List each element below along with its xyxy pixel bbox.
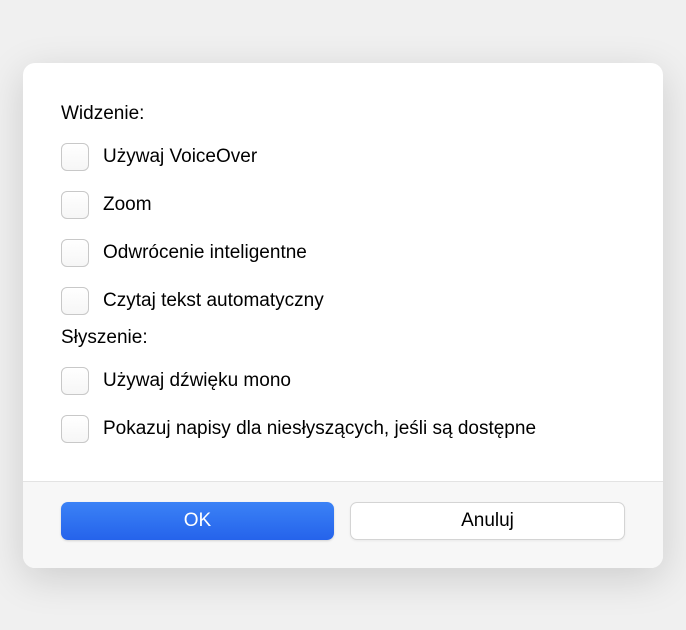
checkbox-row-read-auto-text: Czytaj tekst automatyczny (61, 277, 625, 325)
checkbox-mono-audio[interactable] (61, 367, 89, 395)
dialog-footer: OK Anuluj (23, 481, 663, 568)
checkbox-zoom[interactable] (61, 191, 89, 219)
checkbox-row-smart-invert: Odwrócenie inteligentne (61, 229, 625, 277)
checkbox-label: Zoom (103, 194, 152, 216)
checkbox-smart-invert[interactable] (61, 239, 89, 267)
hearing-section-header: Słyszenie: (61, 327, 625, 349)
accessibility-dialog: Widzenie: Używaj VoiceOver Zoom Odwrócen… (23, 63, 663, 568)
checkbox-read-auto-text[interactable] (61, 287, 89, 315)
dialog-content: Widzenie: Używaj VoiceOver Zoom Odwrócen… (23, 63, 663, 481)
checkbox-row-captions: Pokazuj napisy dla niesłyszących, jeśli … (61, 405, 625, 453)
cancel-button[interactable]: Anuluj (350, 502, 625, 540)
checkbox-row-zoom: Zoom (61, 181, 625, 229)
checkbox-voiceover[interactable] (61, 143, 89, 171)
checkbox-label: Pokazuj napisy dla niesłyszących, jeśli … (103, 418, 536, 440)
checkbox-row-mono-audio: Używaj dźwięku mono (61, 357, 625, 405)
ok-button[interactable]: OK (61, 502, 334, 540)
checkbox-label: Czytaj tekst automatyczny (103, 290, 324, 312)
vision-section-header: Widzenie: (61, 103, 625, 125)
checkbox-captions[interactable] (61, 415, 89, 443)
checkbox-row-voiceover: Używaj VoiceOver (61, 133, 625, 181)
checkbox-label: Używaj VoiceOver (103, 146, 257, 168)
checkbox-label: Odwrócenie inteligentne (103, 242, 307, 264)
checkbox-label: Używaj dźwięku mono (103, 370, 291, 392)
